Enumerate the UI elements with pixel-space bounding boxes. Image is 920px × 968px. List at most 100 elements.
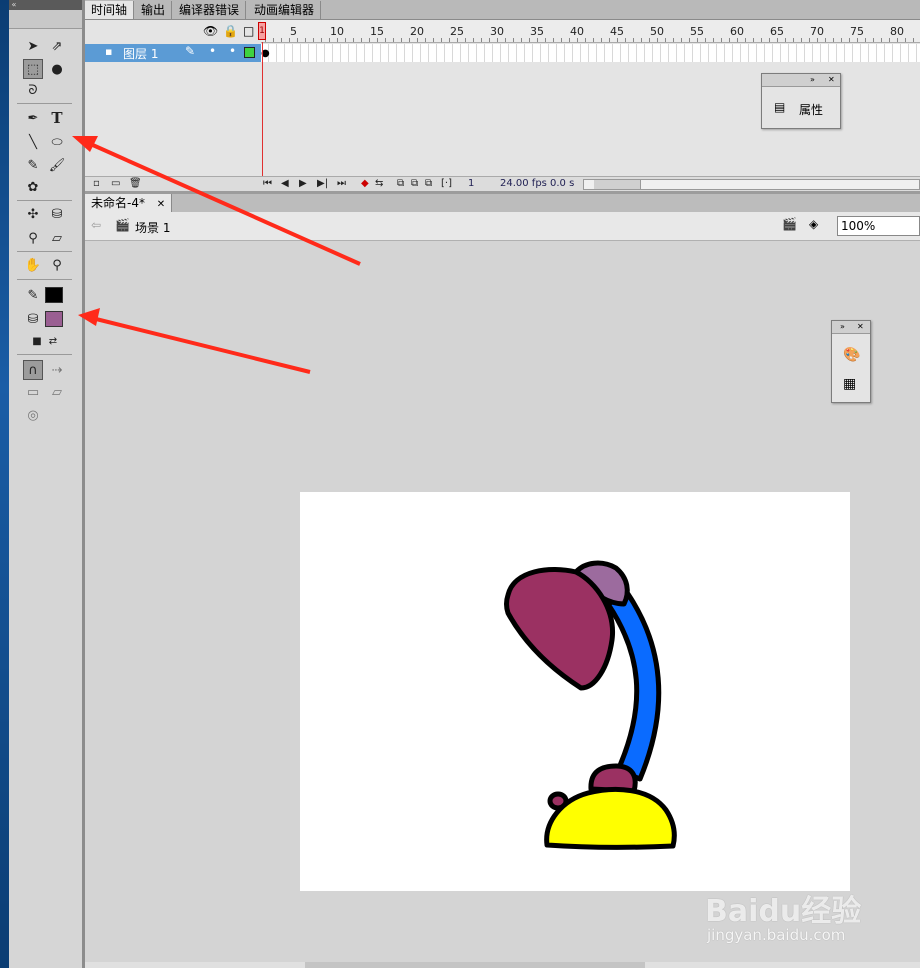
zoom-tool-icon[interactable]: ⚲ [47, 255, 67, 275]
properties-label[interactable]: 属性 [799, 101, 823, 118]
scene-label[interactable]: 场景 1 [135, 219, 170, 236]
ruler-number: 40 [570, 25, 584, 38]
scroll-thumb[interactable] [305, 962, 645, 968]
line-tool-icon[interactable]: ╲ [23, 132, 43, 152]
onion-skin-icon[interactable]: ⧉ [397, 178, 404, 189]
lock-dot[interactable]: • [229, 44, 236, 58]
hand-tool-icon[interactable]: ✋ [23, 255, 43, 275]
pen-tool-icon[interactable]: ✒ [23, 108, 43, 128]
edit-scene-icon[interactable]: 🎬 [782, 217, 797, 231]
tools-collapse-bar[interactable]: « [9, 0, 82, 10]
ruler-tick [321, 38, 322, 42]
swap-colors-icon[interactable]: ⇄ [43, 331, 63, 351]
lamp-shade [504, 567, 616, 691]
scale-icon[interactable]: ◎ [23, 405, 43, 425]
ruler-tick [777, 38, 778, 42]
tab-output[interactable]: 输出 [135, 1, 173, 19]
desktop-edge [0, 0, 9, 968]
outline-color-box[interactable] [244, 47, 255, 58]
tab-motion-editor[interactable]: 动画编辑器 [248, 1, 322, 19]
eraser-tool-icon[interactable]: ▱ [47, 228, 67, 248]
ruler-tick [601, 38, 602, 42]
mini-panel-titlebar[interactable]: » ✕ [832, 321, 870, 334]
onion-outline-icon[interactable]: ⧉ [411, 178, 418, 189]
fill-color-swatch[interactable] [45, 311, 63, 327]
stage-horizontal-scrollbar[interactable] [85, 962, 920, 968]
new-layer-icon[interactable]: ▫ [93, 178, 100, 189]
document-tab[interactable]: 未命名-4* ✕ [85, 194, 173, 212]
timeline-controls: ▫ ▭ 🗑 ⏮ ◀ ▶ ▶| ⏭ ◆ ⇆ ⧉ ⧉ ⧉ [·] 1 24.00 f… [85, 176, 920, 192]
next-frame-icon[interactable]: ▶| [317, 178, 328, 189]
rotate-skew-icon[interactable]: ▱ [47, 382, 67, 402]
frame-ruler[interactable]: 5 10 15 20 25 30 35 40 45 50 55 60 65 70 75 80 [261, 20, 920, 43]
scroll-thumb[interactable] [594, 180, 641, 189]
ruler-tick [609, 38, 610, 42]
stage-canvas[interactable] [300, 492, 850, 891]
edit-symbols-icon[interactable]: ◈ [809, 217, 818, 231]
ruler-tick [689, 38, 690, 42]
brush-tool-icon[interactable]: 🖌 [47, 155, 67, 175]
ruler-tick [657, 38, 658, 42]
layer-name[interactable]: 图层 1 [123, 45, 158, 62]
straighten-icon[interactable]: ▭ [23, 382, 43, 402]
first-frame-icon[interactable]: ⏮ [263, 178, 272, 189]
ruler-tick [913, 38, 914, 42]
snap-to-objects-icon[interactable]: ∩ [23, 360, 43, 380]
ruler-tick [465, 38, 466, 42]
free-transform-tool-icon[interactable]: ⬚ [23, 59, 43, 79]
last-frame-icon[interactable]: ⏭ [337, 178, 346, 189]
oval-tool-icon[interactable]: ⬭ [47, 132, 67, 152]
ruler-tick [553, 38, 554, 42]
ruler-tick [433, 38, 434, 42]
ruler-tick [873, 38, 874, 42]
swatches-panel-icon[interactable]: ▦ [843, 376, 856, 392]
tools-grip[interactable] [9, 10, 82, 29]
zoom-input[interactable]: 100% [837, 216, 920, 236]
frame-rate[interactable]: 24.00 fps [500, 178, 547, 189]
ruler-tick [529, 38, 530, 42]
play-icon[interactable]: ▶ [299, 178, 307, 189]
subselection-tool-icon[interactable]: ⇗ [47, 36, 67, 56]
mini-panel-titlebar[interactable]: » ✕ [762, 74, 840, 87]
timeline-scrollbar[interactable] [583, 179, 920, 190]
back-arrow-icon[interactable]: ⇦ [91, 218, 101, 232]
color-panel-icon[interactable]: 🎨 [843, 347, 860, 363]
watermark-text: Baidu经验 [705, 894, 862, 929]
prev-frame-icon[interactable]: ◀ [281, 178, 289, 189]
eye-icon[interactable]: 👁 [203, 24, 218, 38]
modify-markers-icon[interactable]: [·] [441, 178, 452, 189]
lock-icon[interactable]: 🔒 [223, 24, 238, 38]
layer-row[interactable]: ▪ 图层 1 ✎ • • [85, 44, 261, 62]
ruler-tick [633, 38, 634, 42]
playhead[interactable]: 1 [258, 22, 266, 40]
close-icon[interactable]: ✕ [157, 199, 165, 210]
delete-layer-icon[interactable]: 🗑 [129, 178, 142, 189]
properties-icon[interactable]: ▤ [774, 100, 785, 114]
stroke-color-swatch[interactable] [45, 287, 63, 303]
outline-icon[interactable]: □ [243, 24, 254, 38]
3d-rotation-tool-icon[interactable]: ● [47, 59, 67, 79]
loop-icon[interactable]: ⇆ [375, 178, 383, 189]
paint-bucket-tool-icon[interactable]: ⛁ [47, 204, 67, 224]
frames-row[interactable]: ● [261, 44, 920, 62]
tab-compiler-errors[interactable]: 编译器错误 [173, 1, 247, 19]
lasso-tool-icon[interactable]: ᘐ [23, 80, 43, 100]
ruler-tick [577, 38, 578, 42]
text-tool-icon[interactable]: T [47, 108, 67, 128]
edit-multiple-icon[interactable]: ⧉ [425, 178, 432, 189]
deco-tool-icon[interactable]: ✿ [23, 177, 43, 197]
tab-timeline[interactable]: 时间轴 [85, 1, 135, 19]
selection-tool-icon[interactable]: ➤ [23, 36, 43, 56]
ruler-tick [505, 38, 506, 42]
new-folder-icon[interactable]: ▭ [111, 178, 120, 189]
ruler-number: 20 [410, 25, 424, 38]
visibility-dot[interactable]: • [209, 44, 216, 58]
center-frame-icon[interactable]: ◆ [361, 178, 369, 189]
smooth-icon[interactable]: ⇢ [47, 360, 67, 380]
tools-divider [17, 251, 72, 252]
ruler-tick [801, 38, 802, 42]
eyedropper-tool-icon[interactable]: ⚲ [23, 228, 43, 248]
bone-tool-icon[interactable]: ✣ [23, 204, 43, 224]
pencil-tool-icon[interactable]: ✎ [23, 155, 43, 175]
ruler-tick [697, 38, 698, 42]
